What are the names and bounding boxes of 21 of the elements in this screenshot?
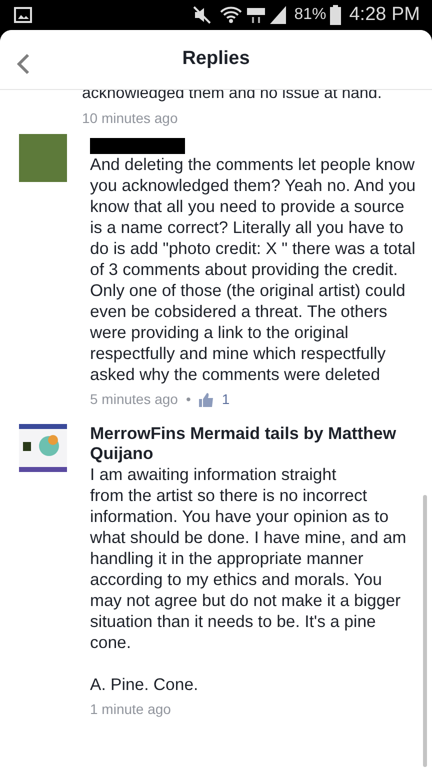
signal-icon bbox=[270, 6, 286, 24]
like-count: 1 bbox=[222, 390, 230, 409]
avatar-photo bbox=[19, 134, 67, 182]
wifi-icon bbox=[220, 6, 242, 24]
page-title: Replies bbox=[182, 47, 250, 72]
separator-dot: • bbox=[186, 390, 191, 409]
comment-text: I am awaiting information straight from the artist so there is no incorrect information. You have your opinion as to what should be done. I have mine, and am handling it in the appropriate manner according to my ethics and morals. You may not agree but do not make it a bigger situation than it needs to be. It's a pine cone. A. Pine. Cone. bbox=[90, 464, 408, 695]
mute-icon bbox=[192, 6, 212, 24]
timestamp: 1 minute ago bbox=[90, 700, 171, 719]
image-icon bbox=[14, 7, 32, 23]
comment-text: acknowledged them and no issue at hand. bbox=[82, 86, 383, 102]
timestamp: 5 minutes ago bbox=[90, 390, 178, 409]
author-name[interactable]: MerrowFins Mermaid tails by Matthew Quijano bbox=[90, 424, 418, 464]
comment-text: And deleting the comments let people know you acknowledged them? Yeah no. And you know that all you need to provide a source is a name correct? Literally all you have to do is add "photo credit: X " there was a total of 3 comments about providing the credit. Only one of those (the original artist) could even be cobsidered a threat. The others were providing a link to the original respectfully and mine which respectfully asked why the comments were deleted bbox=[90, 154, 417, 385]
lte-icon bbox=[246, 6, 266, 24]
battery-icon bbox=[330, 5, 342, 25]
timestamp: 10 minutes ago bbox=[82, 110, 179, 126]
logo-avatar bbox=[19, 424, 67, 472]
clock: 4:28 PM bbox=[349, 2, 420, 27]
battery-level: 81% bbox=[294, 5, 326, 25]
thumbs-up-icon bbox=[198, 392, 214, 406]
